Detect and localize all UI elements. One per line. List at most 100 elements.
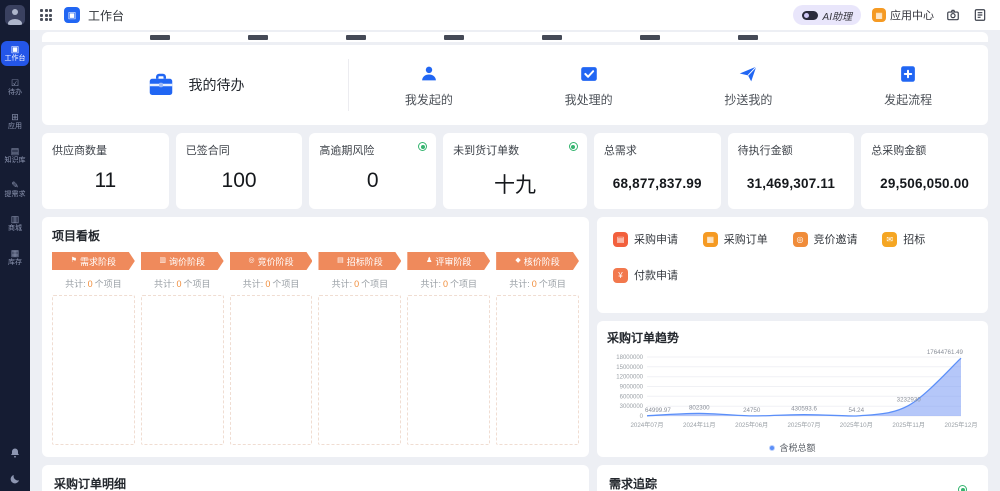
sidebar-item-inventory[interactable]: ▦ 库存	[1, 245, 29, 270]
phase-banner-demand[interactable]: ⚑ 需求阶段	[52, 252, 135, 270]
svg-text:15000000: 15000000	[616, 365, 643, 371]
kanban-column-demand: ⚑ 需求阶段 共计:0个项目	[52, 252, 135, 445]
order-trend-title: 采购订单趋势	[607, 329, 978, 346]
quick-actions-card: 我的待办 我发起的 我处理的	[42, 45, 988, 125]
phase-count: 共计:0个项目	[52, 277, 135, 290]
theme-moon-icon[interactable]	[9, 473, 21, 485]
project-board-title: 项目看板	[52, 227, 579, 244]
sidebar: ▣ 工作台 ☑ 待办 ⊞ 应用 ▤ 知识库 ✎ 提需求 ▥ 商城	[0, 0, 30, 491]
sidebar-item-todo[interactable]: ☑ 待办	[1, 75, 29, 100]
avatar[interactable]	[5, 5, 25, 25]
phase-banner-inquiry[interactable]: ▥ 询价阶段	[141, 252, 224, 270]
plus-doc-icon	[897, 63, 919, 85]
phase-count: 共计:0个项目	[407, 277, 490, 290]
status-ok-icon	[958, 485, 967, 491]
svg-text:2025年10月: 2025年10月	[840, 421, 873, 429]
phase-banner-bidding[interactable]: ◎ 竞价阶段	[230, 252, 313, 270]
phase-banner-review[interactable]: ♟ 评审阶段	[407, 252, 490, 270]
request-icon: ✎	[11, 180, 19, 190]
legend-marker-icon	[769, 445, 775, 451]
stat-card-contracts[interactable]: 已签合同 100	[176, 133, 303, 209]
phase-icon: ♟	[426, 257, 432, 265]
svg-text:64999.97: 64999.97	[645, 407, 671, 414]
order-detail-card: 采购订单明细	[42, 465, 589, 491]
kanban-empty-area	[496, 295, 579, 445]
phase-count: 共计:0个项目	[496, 277, 579, 290]
phase-count: 共计:0个项目	[141, 277, 224, 290]
phase-count: 共计:0个项目	[230, 277, 313, 290]
phase-icon: ◎	[249, 257, 255, 265]
my-todo-button[interactable]: 我的待办	[42, 70, 348, 100]
phase-icon: ◆	[515, 257, 520, 265]
topbar: ▣ 工作台 AI助理 ▦ 应用中心	[30, 0, 1000, 30]
kanban-columns: ⚑ 需求阶段 共计:0个项目 ▥ 询价阶段	[52, 252, 579, 445]
app-center-button[interactable]: ▦ 应用中心	[872, 7, 934, 23]
docs-book-icon[interactable]	[972, 7, 988, 23]
phase-icon: ▤	[337, 257, 344, 265]
svg-text:802300: 802300	[689, 404, 710, 411]
demand-tracking-card: 需求追踪	[597, 465, 988, 491]
stats-row: 供应商数量 11 已签合同 100 高逾期风险 0 未到货订单数 十九	[42, 133, 988, 209]
shortcut-bid-invitation[interactable]: ◎ 竞价邀请	[793, 231, 883, 247]
bell-icon[interactable]	[9, 447, 21, 459]
svg-text:3232930: 3232930	[897, 396, 922, 403]
phase-banner-pricing[interactable]: ◆ 核价阶段	[496, 252, 579, 270]
stat-card-total-purchase[interactable]: 总采购金额 29,506,050.00	[861, 133, 988, 209]
phase-icon: ⚑	[71, 257, 77, 265]
my-initiated-button[interactable]: 我发起的	[349, 63, 509, 108]
stat-card-pending-amount[interactable]: 待执行金额 31,469,307.11	[728, 133, 855, 209]
svg-text:0: 0	[640, 414, 644, 420]
purchase-order-icon: ▦	[703, 232, 718, 247]
sidebar-item-knowledge[interactable]: ▤ 知识库	[1, 143, 29, 168]
svg-text:430593.6: 430593.6	[791, 406, 817, 413]
screenshot-camera-icon[interactable]	[945, 7, 961, 23]
kanban-empty-area	[52, 295, 135, 445]
svg-text:18000000: 18000000	[616, 355, 643, 361]
todo-icon: ☑	[11, 78, 19, 88]
order-trend-chart: 0300000060000009000000120000001500000018…	[607, 348, 978, 440]
bottom-row: 采购订单明细 需求追踪	[42, 465, 988, 491]
cc-to-me-button[interactable]: 抄送我的	[669, 63, 829, 108]
ai-assistant-button[interactable]: AI助理	[793, 5, 861, 25]
topbar-actions: AI助理 ▦ 应用中心	[793, 5, 988, 25]
kanban-empty-area	[407, 295, 490, 445]
svg-text:9000000: 9000000	[620, 385, 644, 391]
svg-text:2025年07月: 2025年07月	[787, 421, 820, 429]
sidebar-item-apps[interactable]: ⊞ 应用	[1, 109, 29, 134]
workbench-app-icon: ▣	[64, 7, 80, 23]
knowledge-icon: ▤	[11, 146, 20, 156]
phase-icon: ▥	[159, 257, 166, 265]
start-process-button[interactable]: 发起流程	[828, 63, 988, 108]
svg-text:3000000: 3000000	[620, 404, 644, 410]
sidebar-item-mall[interactable]: ▥ 商城	[1, 211, 29, 236]
stat-card-undelivered-orders[interactable]: 未到货订单数 十九	[443, 133, 587, 209]
apps-grid-icon[interactable]	[40, 9, 52, 21]
phase-banner-tender[interactable]: ▤ 招标阶段	[318, 252, 401, 270]
apps-icon: ⊞	[11, 112, 19, 122]
person-icon	[418, 63, 440, 85]
todo-briefcase-icon	[146, 70, 176, 100]
shortcut-tender[interactable]: ✉ 招标	[882, 231, 972, 247]
shortcut-purchase-request[interactable]: ▤ 采购申请	[613, 231, 703, 247]
stat-card-overdue-risk[interactable]: 高逾期风险 0	[309, 133, 436, 209]
sidebar-item-request[interactable]: ✎ 提需求	[1, 177, 29, 202]
demand-tracking-title: 需求追踪	[609, 475, 657, 491]
svg-text:12000000: 12000000	[616, 375, 643, 381]
clipped-content-row	[42, 32, 988, 42]
inventory-icon: ▦	[11, 248, 20, 258]
kanban-column-review: ♟ 评审阶段 共计:0个项目	[407, 252, 490, 445]
project-board-card: 项目看板 ⚑ 需求阶段 共计:0个项目	[42, 217, 589, 457]
svg-text:2024年07月: 2024年07月	[630, 421, 663, 429]
bid-invitation-icon: ◎	[793, 232, 808, 247]
order-trend-card: 采购订单趋势 030000006000000900000012000000150…	[597, 321, 988, 457]
shortcut-payment-request[interactable]: ¥ 付款申请	[613, 267, 703, 283]
stat-card-total-demand[interactable]: 总需求 68,877,837.99	[594, 133, 721, 209]
purchase-request-icon: ▤	[613, 232, 628, 247]
my-processed-button[interactable]: 我处理的	[509, 63, 669, 108]
shortcut-purchase-order[interactable]: ▦ 采购订单	[703, 231, 793, 247]
stat-card-suppliers[interactable]: 供应商数量 11	[42, 133, 169, 209]
chart-legend[interactable]: 含税总额	[607, 441, 978, 454]
sidebar-item-workbench[interactable]: ▣ 工作台	[1, 41, 29, 66]
shortcuts-grid: ▤ 采购申请 ▦ 采购订单 ◎ 竞价邀请	[613, 231, 972, 283]
avatar-person-icon	[12, 9, 18, 15]
